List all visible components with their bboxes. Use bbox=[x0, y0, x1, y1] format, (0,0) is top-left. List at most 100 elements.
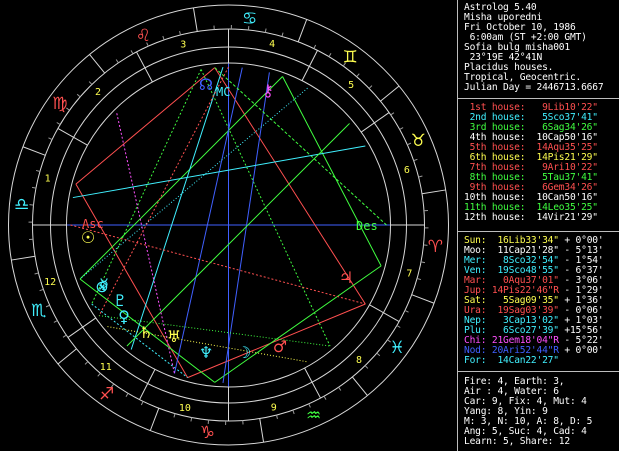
degree-tick bbox=[418, 175, 423, 178]
uranus-glyph: ♅ bbox=[167, 327, 181, 346]
sign-boundary bbox=[259, 418, 265, 443]
degree-tick bbox=[140, 401, 144, 406]
sign-boundary bbox=[380, 85, 400, 102]
sun-glyph: ☉ bbox=[81, 228, 95, 247]
capricorn-sign: ♑ bbox=[200, 423, 215, 443]
aspect-line bbox=[91, 69, 202, 305]
sagittarius-sign: ♐ bbox=[99, 385, 114, 405]
house-cusp bbox=[57, 128, 88, 146]
planet-latitude: + 0°00' bbox=[564, 345, 604, 356]
degree-tick bbox=[130, 50, 134, 55]
house-number: 6 bbox=[404, 165, 410, 176]
degree-tick bbox=[399, 127, 404, 130]
degree-tick bbox=[368, 85, 373, 89]
aspect-line bbox=[72, 145, 366, 199]
house-row: 12th house: 14Vir21'29" bbox=[464, 213, 598, 223]
sign-boundary bbox=[149, 408, 160, 431]
scorpio-sign: ♏ bbox=[31, 301, 46, 321]
house-number: 9 bbox=[271, 402, 277, 413]
degree-tick bbox=[323, 395, 327, 400]
degree-tick bbox=[39, 288, 44, 292]
aries-sign: ♈ bbox=[428, 237, 443, 257]
degree-tick bbox=[396, 325, 401, 328]
divider bbox=[458, 98, 619, 99]
degree-tick bbox=[31, 186, 37, 189]
house-number: 2 bbox=[95, 87, 101, 98]
degree-tick bbox=[420, 261, 426, 264]
saturn-glyph: ♄ bbox=[139, 323, 153, 342]
degree-tick bbox=[97, 372, 101, 377]
sign-boundary bbox=[89, 54, 106, 74]
jupiter-glyph: ♃ bbox=[339, 268, 353, 287]
sign-boundary bbox=[297, 19, 308, 42]
sign-boundary bbox=[192, 7, 198, 32]
info-panel: Astrolog 5.40 Misha uporedni Fri October 1… bbox=[457, 0, 619, 451]
degree-tick bbox=[115, 59, 119, 64]
degree-tick bbox=[390, 112, 395, 116]
degree-tick bbox=[88, 81, 93, 85]
aspect-line bbox=[79, 76, 283, 280]
degree-tick bbox=[34, 272, 39, 275]
planet-row: For: 14Can22'27" bbox=[464, 356, 564, 366]
house-label: 12th house: bbox=[464, 212, 531, 223]
chart-wheel: ♎♍♌♋♊♉♈♓♒♑♐♏ 123 456789101112 Asc DesMC ☉☽… bbox=[8, 4, 449, 446]
aquarius-sign: ♒ bbox=[306, 406, 321, 426]
sign-boundary bbox=[11, 255, 36, 261]
house-number: 3 bbox=[180, 40, 186, 51]
angle-labels: Asc DesMC bbox=[82, 85, 378, 233]
sign-boundary bbox=[22, 146, 46, 156]
house-number: 4 bbox=[269, 39, 275, 50]
pisces-sign: ♓ bbox=[390, 338, 405, 358]
degree-tick bbox=[62, 334, 67, 338]
house-cusp bbox=[360, 112, 390, 133]
house-cusp bbox=[301, 50, 318, 81]
planet-glyphs: ☉☽☿♀♂♃♄ ♅♆♇⚷☊⊗ bbox=[81, 75, 353, 362]
house-number: 5 bbox=[348, 80, 354, 91]
degree-tick bbox=[338, 386, 342, 391]
degree-tick bbox=[76, 93, 81, 98]
header-line: Julian Day = 2446713.6667 bbox=[464, 83, 604, 93]
libra-sign: ♎ bbox=[14, 195, 29, 215]
house-number: 8 bbox=[356, 355, 362, 366]
house-cusp bbox=[136, 51, 153, 83]
divider bbox=[458, 371, 619, 372]
aspect-line bbox=[98, 66, 229, 316]
cancer-sign: ♋ bbox=[242, 9, 257, 29]
degree-tick bbox=[173, 413, 176, 418]
virgo-sign: ♍ bbox=[52, 94, 67, 114]
degree-tick bbox=[376, 352, 381, 357]
chiron-glyph: ⚷ bbox=[262, 81, 274, 100]
sign-boundary bbox=[351, 376, 368, 396]
planet-position: 14Can22'27" bbox=[491, 355, 565, 366]
degree-tick bbox=[416, 277, 422, 281]
stats-line: Learn: 5, Share: 12 bbox=[464, 437, 570, 447]
divider bbox=[458, 231, 619, 232]
degree-tick bbox=[56, 122, 61, 125]
house-number: 10 bbox=[179, 403, 191, 414]
degree-tick bbox=[84, 361, 89, 365]
degree-tick bbox=[48, 137, 53, 141]
degree-tick bbox=[162, 35, 165, 41]
degree-tick bbox=[179, 30, 182, 36]
house-number: 7 bbox=[406, 269, 412, 280]
degree-tick bbox=[264, 28, 267, 33]
house-number: 11 bbox=[100, 362, 112, 373]
house-cusp bbox=[304, 367, 321, 399]
degree-tick bbox=[356, 73, 360, 78]
degree-tick bbox=[313, 44, 317, 49]
degree-tick bbox=[45, 304, 50, 308]
house-number: 1 bbox=[45, 173, 51, 184]
neptune-glyph: ♆ bbox=[199, 343, 213, 362]
aspect-line bbox=[282, 76, 382, 267]
house-cusp bbox=[139, 369, 156, 400]
house-value: 14Vir21'29" bbox=[530, 212, 598, 223]
degree-tick bbox=[364, 365, 369, 369]
house-cusp bbox=[67, 317, 97, 338]
taurus-sign: ♉ bbox=[411, 131, 426, 151]
aspect-line bbox=[222, 72, 270, 383]
degree-tick bbox=[281, 32, 284, 37]
aspect-line bbox=[130, 66, 224, 350]
stats-text: Learn: 5, Share: 12 bbox=[464, 436, 570, 447]
aspect-lines bbox=[66, 63, 391, 387]
leo-sign: ♌ bbox=[136, 26, 151, 46]
